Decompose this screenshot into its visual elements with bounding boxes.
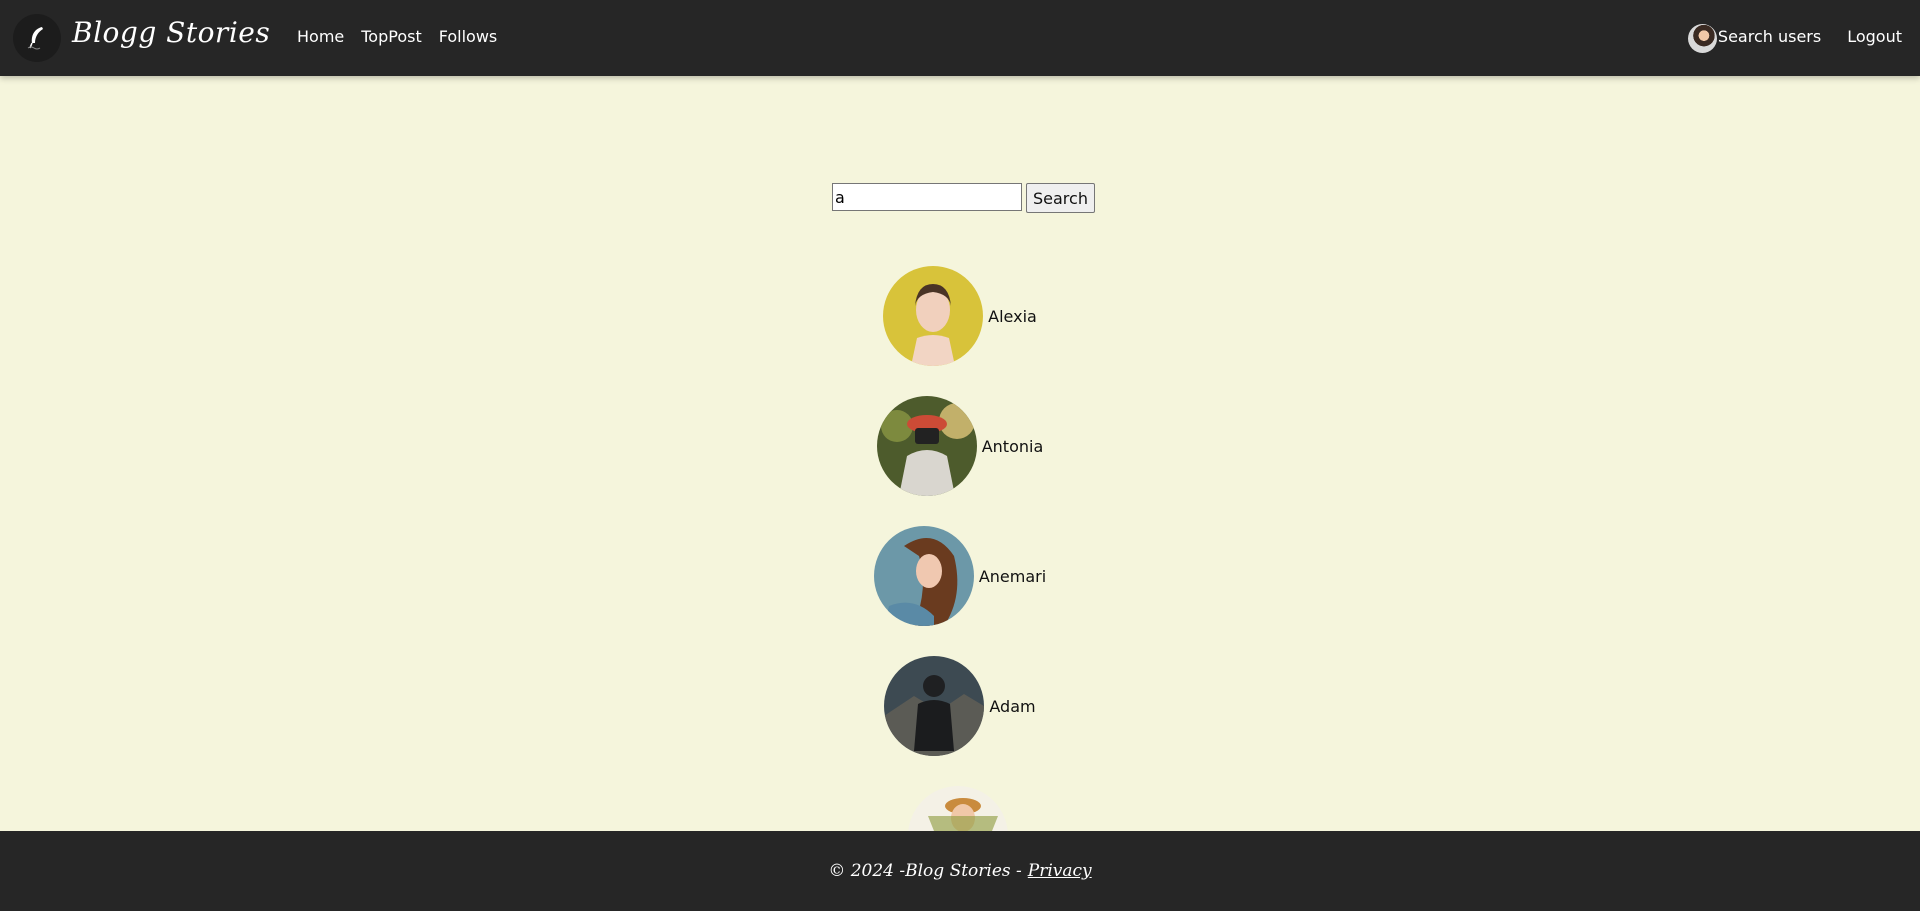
brand-title[interactable]: Blogg Stories xyxy=(72,16,270,49)
nav-follows-link[interactable]: Follows xyxy=(439,27,498,46)
privacy-link[interactable]: Privacy xyxy=(1028,861,1092,881)
user-avatar-adam[interactable] xyxy=(884,656,985,756)
nav-toppost-link[interactable]: TopPost xyxy=(361,27,421,46)
nav-home-link[interactable]: Home xyxy=(297,27,344,46)
user-result-item[interactable]: Alexia xyxy=(0,266,1920,366)
main-nav: Home TopPost Follows xyxy=(297,27,497,46)
logout-link[interactable]: Logout xyxy=(1847,27,1902,46)
feather-logo-icon[interactable] xyxy=(13,14,61,62)
search-users-link[interactable]: Search users xyxy=(1718,27,1821,46)
user-result-item[interactable]: Anemari xyxy=(0,526,1920,626)
user-name[interactable]: Adam xyxy=(989,697,1035,716)
footer: © 2024 -Blog Stories - Privacy xyxy=(0,831,1920,911)
user-result-item[interactable]: Adam xyxy=(0,656,1920,756)
user-name[interactable]: Alexia xyxy=(988,307,1037,326)
navbar: Blogg Stories Home TopPost Follows Searc… xyxy=(0,0,1920,76)
user-result-item[interactable]: Antonia xyxy=(0,396,1920,496)
user-avatar-alexia[interactable] xyxy=(883,266,984,366)
user-avatar-antonia[interactable] xyxy=(876,396,977,496)
right-nav: Search users Logout xyxy=(1718,27,1902,46)
user-name[interactable]: Anemari xyxy=(979,567,1046,586)
search-button[interactable]: Search xyxy=(1026,183,1095,213)
search-input[interactable] xyxy=(832,183,1022,211)
user-avatar[interactable] xyxy=(1688,24,1717,53)
footer-copyright: © 2024 -Blog Stories - xyxy=(828,861,1022,881)
user-name[interactable]: Antonia xyxy=(982,437,1044,456)
search-form: Search xyxy=(832,183,1095,213)
user-avatar-anemari[interactable] xyxy=(873,526,974,626)
